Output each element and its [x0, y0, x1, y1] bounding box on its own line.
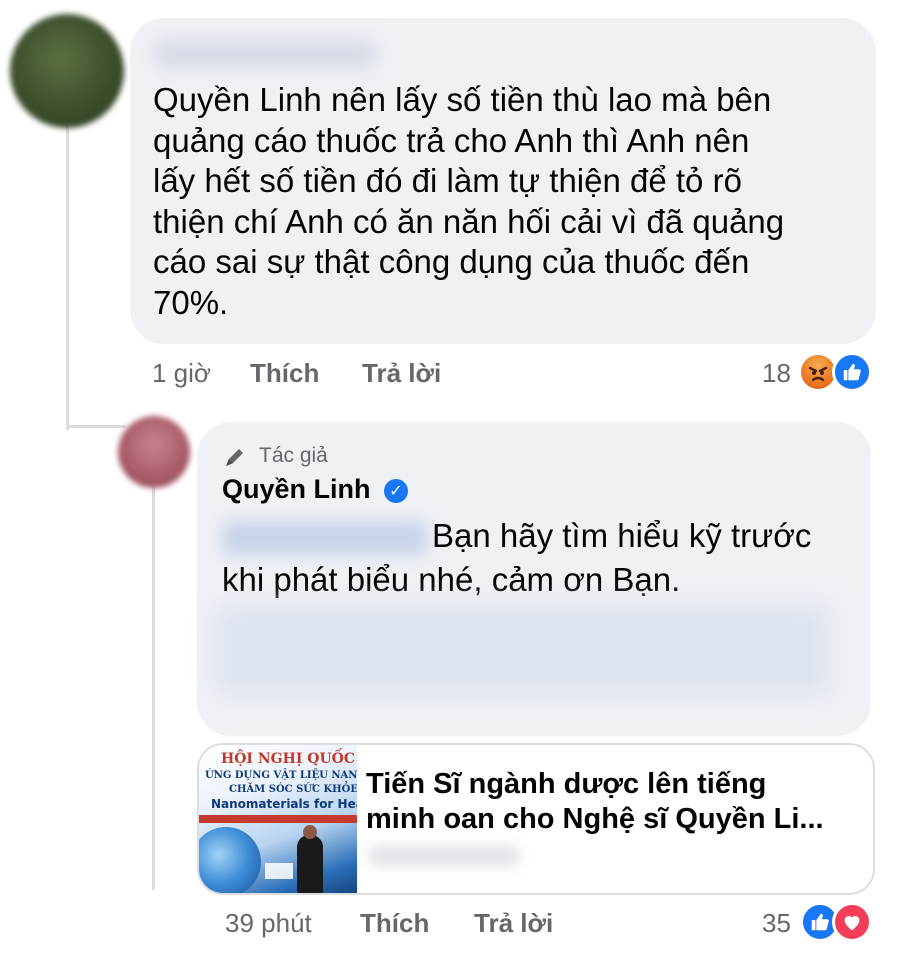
reply-text-line2: khi phát biểu nhé, cảm ơn Bạn.: [222, 561, 681, 598]
reply-time[interactable]: 39 phút: [225, 908, 312, 939]
thumb-sponsor-strip: [265, 863, 293, 879]
reply-reaction-count[interactable]: 35: [762, 908, 791, 939]
author-name[interactable]: Quyền Linh: [222, 474, 371, 505]
thumb-subheading: ỨNG DỤNG VẬT LIỆU NANO TRO: [205, 770, 357, 781]
link-preview-source-blurred: [369, 845, 519, 867]
thumb-heading: HỘI NGHỊ QUỐC TẾ: [221, 751, 357, 767]
link-preview-title[interactable]: Tiến Sĩ ngành dược lên tiếng minh oan ch…: [366, 767, 836, 837]
comment-reaction-count[interactable]: 18: [762, 358, 791, 389]
comment-like-button[interactable]: Thích: [250, 358, 319, 389]
thumb-english-title: Nanomaterials for Healthca: [211, 797, 357, 811]
link-preview-thumbnail: HỘI NGHỊ QUỐC TẾ ỨNG DỤNG VẬT LIỆU NANO …: [199, 745, 357, 893]
reply-reply-button[interactable]: Trả lời: [474, 908, 553, 939]
commenter-avatar[interactable]: [10, 14, 124, 128]
link-preview-card[interactable]: HỘI NGHỊ QUỐC TẾ ỨNG DỤNG VẬT LIỆU NANO …: [197, 743, 875, 895]
thumb-person-head: [303, 825, 317, 839]
comment-reply-button[interactable]: Trả lời: [362, 358, 441, 389]
thread-line-reply: [152, 470, 155, 890]
reply-text-line1: Bạn hãy tìm hiểu kỹ trước: [432, 517, 812, 554]
reply-text-blurred: [215, 605, 830, 695]
comment-time[interactable]: 1 giờ: [152, 358, 211, 389]
mention-blurred[interactable]: [222, 521, 427, 555]
comment-text: Quyền Linh nên lấy số tiền thù lao mà bê…: [153, 81, 785, 321]
thumb-subheading-2: CHĂM SÓC SỨC KHỎE: [229, 784, 357, 795]
thread-line-main: [66, 100, 69, 430]
reply-like-button[interactable]: Thích: [360, 908, 429, 939]
commenter-name-blurred[interactable]: [155, 40, 375, 68]
thread-line-curve: [66, 425, 126, 428]
thumb-person-figure: [297, 835, 323, 893]
author-badge-icon: [222, 444, 248, 475]
author-tag: Tác giả: [259, 444, 328, 467]
love-reaction-icon: [832, 902, 872, 942]
like-reaction-icon: [832, 352, 872, 392]
thumb-banner-stripe: [199, 815, 357, 823]
thumb-molecule-graphic: [199, 827, 261, 893]
replier-avatar[interactable]: [118, 416, 190, 488]
verified-badge-icon: ✓: [384, 479, 408, 503]
